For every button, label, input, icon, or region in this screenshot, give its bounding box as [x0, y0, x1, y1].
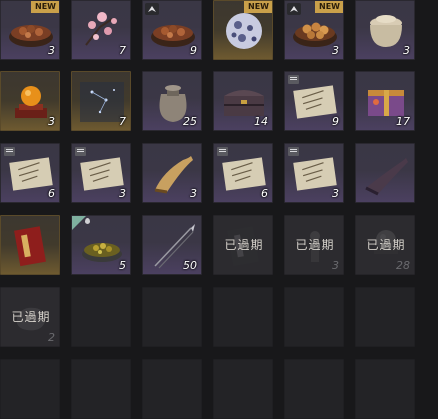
inventory-slot-red-book[interactable] [0, 215, 60, 275]
item-count: 50 [183, 259, 197, 272]
item-count: 3 [119, 187, 126, 200]
dark-horn-icon [365, 158, 408, 196]
inventory-slot-paper-scroll[interactable]: 9 [284, 71, 344, 131]
tag-icon [4, 147, 15, 156]
expired-label: 已過期 [224, 238, 264, 252]
item-count: 7 [119, 115, 126, 128]
expired-label: 已過期 [366, 238, 406, 252]
inventory-slot-spear[interactable]: 50 [142, 215, 202, 275]
water-drop-icon [85, 218, 90, 224]
upgrade-arrow-icon [287, 3, 301, 15]
inventory-slot-food-bowl[interactable]: 9 [142, 0, 202, 60]
inventory-slot-empty[interactable] [355, 287, 415, 347]
item-count: 3 [332, 187, 339, 200]
inventory-slot-empty[interactable] [284, 359, 344, 419]
item-count: 17 [396, 115, 410, 128]
inventory-slot-lidded-jar[interactable]: 3 [355, 0, 415, 60]
item-count: 28 [396, 259, 410, 272]
tag-icon [288, 75, 299, 84]
inventory-slot-spotted-ball[interactable]: NEW [213, 0, 273, 60]
inventory-slot-empty[interactable] [213, 287, 273, 347]
inventory-slot-orb-on-stand[interactable]: 3 [0, 71, 60, 131]
inventory-slot-empty[interactable] [71, 287, 131, 347]
inventory-slot-dumpling-bowl[interactable]: NEW 3 [284, 0, 344, 60]
inventory-slot-empty[interactable] [284, 287, 344, 347]
inventory-slot-empty[interactable] [0, 359, 60, 419]
item-count: 7 [119, 44, 126, 57]
inventory-slot-food-bowl[interactable]: NEW 3 [0, 0, 60, 60]
item-count: 3 [48, 115, 55, 128]
inventory-slot-empty[interactable] [142, 359, 202, 419]
red-book-icon [14, 226, 46, 267]
inventory-grid: NEW 3 7 9 NEW NEW 3 3 3 7 25 14 9 17 6 3 3 6 3 5 50 已過期 已過期 3 已過… [0, 0, 438, 419]
leaf-icon [72, 216, 86, 230]
inventory-slot-empty[interactable] [213, 359, 273, 419]
inventory-slot-starry-scroll[interactable]: 7 [71, 71, 131, 131]
upgrade-arrow-icon [145, 3, 159, 15]
item-count: 6 [261, 187, 268, 200]
item-count: 5 [119, 259, 126, 272]
tag-icon [75, 147, 86, 156]
inventory-slot-paper-scroll[interactable]: 6 [0, 143, 60, 203]
inventory-slot-empty[interactable] [355, 359, 415, 419]
inventory-slot-dark-horn[interactable] [355, 143, 415, 203]
item-count: 3 [332, 44, 339, 57]
inventory-slot-treasure-chest[interactable]: 14 [213, 71, 273, 131]
expired-label: 已過期 [295, 238, 335, 252]
item-count: 9 [332, 115, 339, 128]
inventory-slot-orb-on-stand[interactable]: 已過期 28 [355, 215, 415, 275]
inventory-slot-paper-scroll[interactable]: 6 [213, 143, 273, 203]
item-count: 3 [403, 44, 410, 57]
item-count: 2 [48, 331, 55, 344]
inventory-slot-herb-bowl[interactable]: 5 [71, 215, 131, 275]
inventory-slot-empty[interactable] [142, 287, 202, 347]
item-count: 3 [190, 187, 197, 200]
inventory-slot-cloth-sack[interactable]: 25 [142, 71, 202, 131]
item-count: 3 [48, 44, 55, 57]
inventory-slot-jade-stone[interactable]: 已過期 2 [0, 287, 60, 347]
inventory-slot-plum-blossom[interactable]: 7 [71, 0, 131, 60]
item-count: 14 [254, 115, 268, 128]
expired-label: 已過期 [11, 310, 51, 324]
inventory-slot-empty[interactable] [71, 359, 131, 419]
item-count: 25 [183, 115, 197, 128]
inventory-slot-gift-box[interactable]: 17 [355, 71, 415, 131]
new-badge: NEW [31, 1, 59, 13]
inventory-slot-horn[interactable]: 3 [142, 143, 202, 203]
inventory-slot-paper-scroll[interactable]: 3 [71, 143, 131, 203]
item-count: 3 [332, 259, 339, 272]
inventory-slot-red-book[interactable]: 已過期 [213, 215, 273, 275]
inventory-slot-paper-scroll[interactable]: 3 [284, 143, 344, 203]
new-badge: NEW [244, 1, 272, 13]
tag-icon [217, 147, 228, 156]
item-count: 9 [190, 44, 197, 57]
tag-icon [288, 147, 299, 156]
new-badge: NEW [315, 1, 343, 13]
item-count: 6 [48, 187, 55, 200]
inventory-slot-lamp[interactable]: 已過期 3 [284, 215, 344, 275]
